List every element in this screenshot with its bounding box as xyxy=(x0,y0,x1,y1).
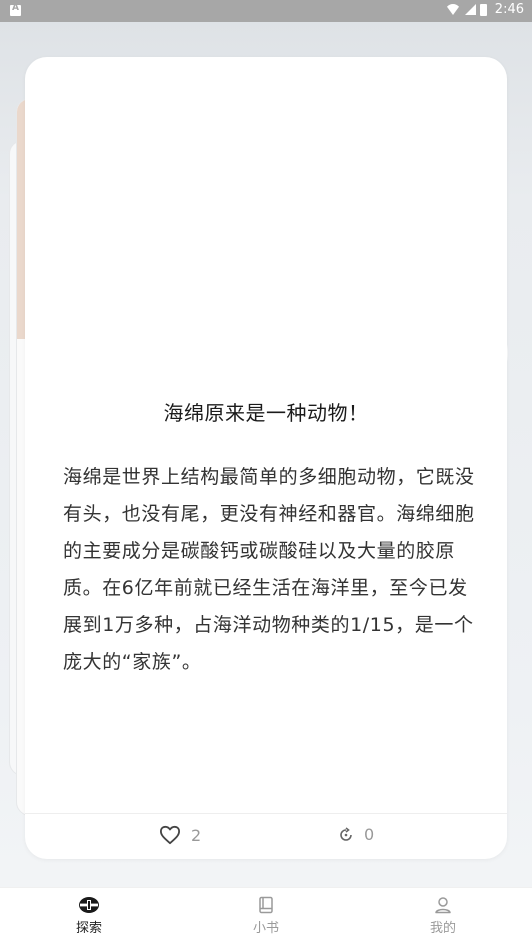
app-notification-icon xyxy=(10,3,21,16)
nav-item-book[interactable]: 小书 xyxy=(226,896,306,936)
heart-icon xyxy=(160,825,180,845)
nav-item-explore[interactable]: 探索 xyxy=(49,896,129,936)
card-body: 海绵是世界上结构最简单的多细胞动物，它既没有头，也没有尾，更没有神经和器官。海绵… xyxy=(63,466,475,673)
nav-label-mine: 我的 xyxy=(429,921,456,936)
explore-icon xyxy=(79,897,99,913)
like-button[interactable]: 2 xyxy=(159,825,201,845)
user-icon xyxy=(435,897,451,914)
wifi-icon xyxy=(444,4,461,15)
bottom-navigation: 探索 小书 我的 xyxy=(0,887,532,946)
share-count: 0 xyxy=(364,825,375,844)
battery-icon xyxy=(479,3,487,16)
nav-label-explore: 探索 xyxy=(75,921,102,936)
nav-item-mine[interactable]: 我的 xyxy=(403,896,483,936)
like-count: 2 xyxy=(191,825,202,845)
signal-icon xyxy=(464,4,476,15)
refresh-icon xyxy=(340,826,352,841)
nav-label-book: 小书 xyxy=(252,921,279,936)
content-card[interactable]: 海绵原来是一种动物！ 海绵是世界上结构最简单的多细胞动物，它既没有头，也没有尾，… xyxy=(25,57,507,859)
book-icon xyxy=(259,896,273,914)
card-body-text: 海绵是世界上结构最简单的多细胞动物，它既没有头，也没有尾，更没有神经和器官。海绵… xyxy=(63,385,477,681)
share-button[interactable]: 0 xyxy=(338,825,374,844)
status-bar: 2:46 xyxy=(0,0,532,22)
status-time: 2:46 xyxy=(494,2,524,17)
card-footer: 2 0 xyxy=(25,813,507,859)
